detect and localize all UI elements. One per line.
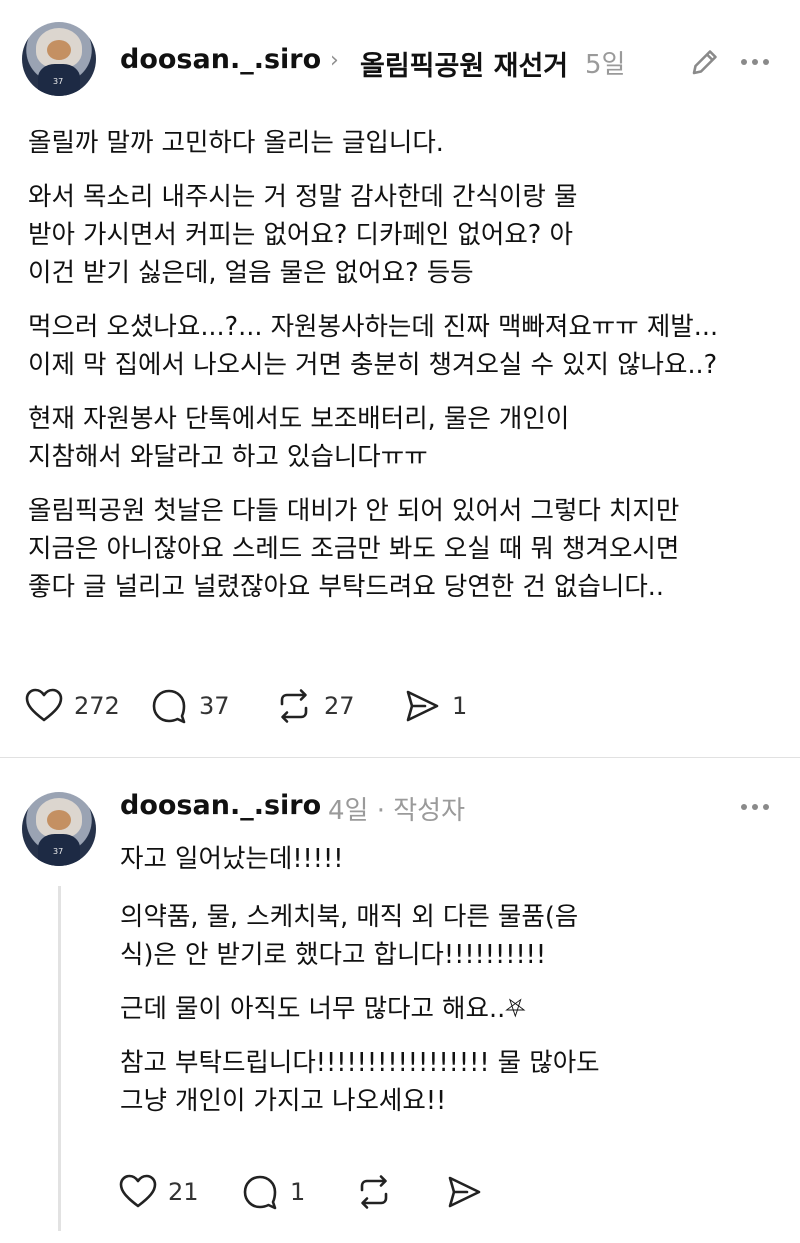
send-icon [406,690,439,722]
reply-first-line: 자고 일어났는데!!!!! [120,844,344,874]
heart-icon [25,688,63,722]
heart-icon [119,1174,157,1208]
post-paragraph: 먹으러 오셨나요...?... 자원봉사하는데 진짜 맥빠져요ㅠㅠ 제발... … [28,312,719,380]
pencil-icon[interactable] [685,42,725,82]
reply-body: 의약품, 물, 스케치북, 매직 외 다른 물품(음 식)은 안 받기로 했다고… [120,898,600,1120]
reply-button[interactable]: 37 [149,686,274,726]
post-paragraph: 현재 자원봉사 단톡에서도 보조배터리, 물은 개인이 지참해서 와달라고 하고… [28,404,570,472]
reply-time: 4일 · 작성자 [328,796,466,826]
repost-count: 27 [324,692,355,720]
reply-paragraph: 참고 부탁드립니다!!!!!!!!!!!!!!!!! 물 많아도 그냥 개인이 … [120,1048,600,1116]
author-tag: 작성자 [393,796,466,826]
avatar[interactable]: 37 [22,22,96,96]
post-topic[interactable]: 올림픽공원 재선거 [360,44,568,83]
reply-button[interactable]: 1 [240,1172,354,1212]
more-icon[interactable] [735,42,775,82]
like-count: 272 [74,692,120,720]
separator: · [376,796,385,826]
post-actions: 272 37 27 1 [24,686,467,726]
send-icon [448,1176,481,1208]
comment-icon [243,1175,277,1210]
reply-paragraph: 의약품, 물, 스케치북, 매직 외 다른 물품(음 식)은 안 받기로 했다고… [120,902,579,970]
post-paragraph: 올림픽공원 첫날은 다들 대비가 안 되어 있어서 그렇다 치지만 지금은 아니… [28,496,680,602]
comment-icon [152,689,186,724]
chevron-right-icon: › [330,48,339,73]
reply-actions: 21 1 [118,1172,484,1212]
like-count: 21 [168,1178,199,1206]
reply-count: 1 [290,1178,306,1206]
post-paragraph: 올릴까 말까 고민하다 올리는 글입니다. [28,128,444,158]
share-button[interactable] [444,1172,484,1212]
repost-button[interactable]: 27 [274,686,402,726]
divider [0,757,800,758]
post-paragraph: 와서 목소리 내주시는 거 정말 감사한데 간식이랑 물 받아 가시면서 커피는… [28,182,578,288]
repost-icon [280,689,308,723]
reply-username[interactable]: doosan._.siro [120,790,321,821]
reply-avatar[interactable]: 37 [22,792,96,866]
reply-count: 37 [199,692,230,720]
post-body: 올릴까 말까 고민하다 올리는 글입니다. 와서 목소리 내주시는 거 정말 감… [28,124,718,606]
share-count: 1 [452,692,468,720]
repost-icon [360,1175,388,1209]
repost-button[interactable] [354,1172,444,1212]
thread-line [58,886,61,1231]
post-header: 37 doosan._.siro › 올림픽공원 재선거 5일 [22,22,782,98]
like-button[interactable]: 21 [118,1172,240,1212]
like-button[interactable]: 272 [24,686,149,726]
post-username[interactable]: doosan._.siro [120,44,321,75]
post-time: 5일 [585,50,626,80]
more-icon[interactable] [735,787,775,827]
reply-paragraph: 근데 물이 아직도 너무 많다고 해요..⛧ [120,994,526,1024]
share-button[interactable]: 1 [402,686,467,726]
